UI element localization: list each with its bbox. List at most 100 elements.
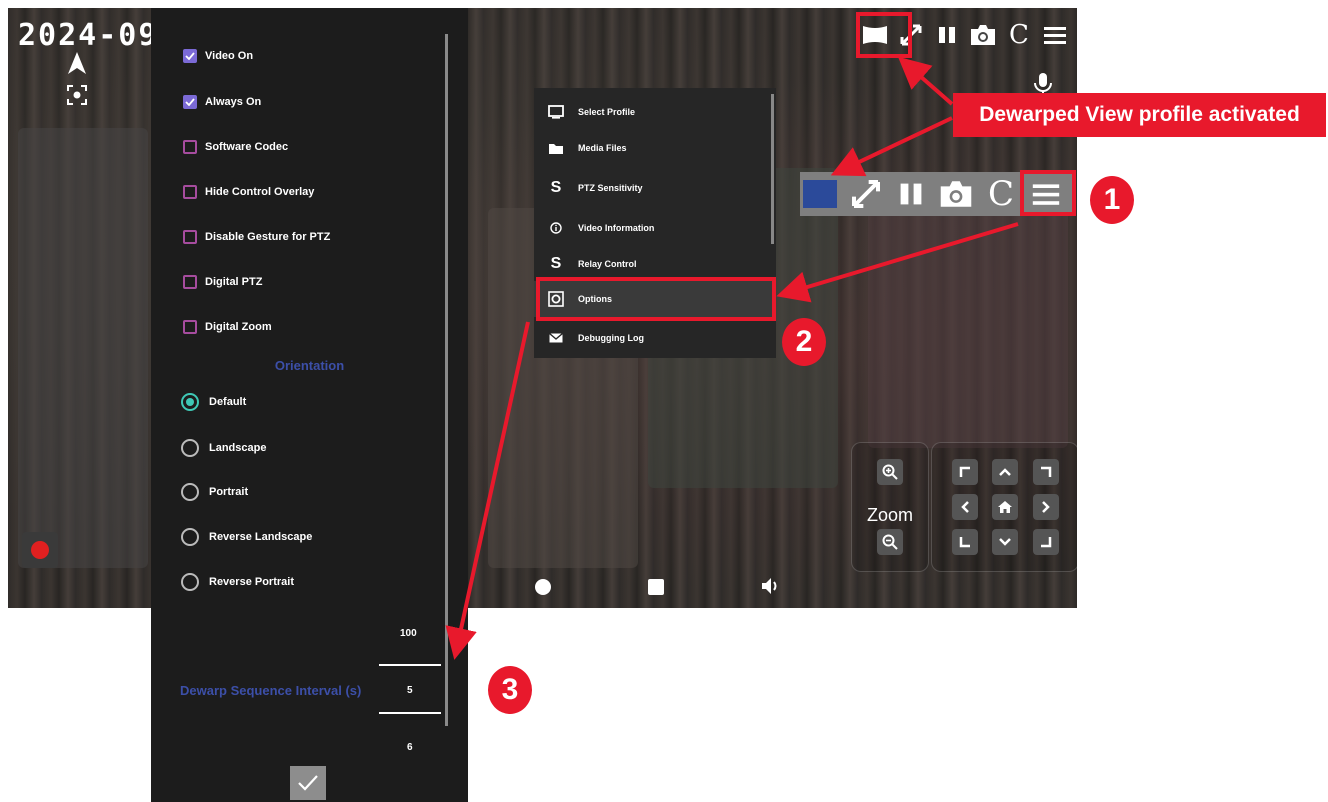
orientation-title: Orientation (274, 358, 345, 373)
s-icon: S (550, 255, 562, 272)
radio-label: Portrait (209, 486, 249, 498)
c-button[interactable]: C (1004, 20, 1034, 50)
pause-button[interactable] (932, 20, 962, 50)
checkbox-digital-ptz[interactable]: Digital PTZ (183, 272, 262, 292)
ptz-right-button[interactable] (1033, 494, 1059, 520)
checkbox-always-on[interactable]: Always On (183, 92, 261, 112)
checkbox-unchecked[interactable] (183, 230, 197, 244)
chevron-down-icon (999, 538, 1011, 546)
checkbox-disable-gesture-ptz[interactable]: Disable Gesture for PTZ (183, 227, 330, 247)
checkbox-hide-control-overlay[interactable]: Hide Control Overlay (183, 182, 314, 202)
ptz-up-right-button[interactable] (1033, 459, 1059, 485)
checkbox-unchecked[interactable] (183, 320, 197, 334)
info-icon (550, 222, 562, 234)
radio-unselected[interactable] (181, 439, 199, 457)
checkbox-label: Digital Zoom (205, 321, 272, 333)
interval-picker-next[interactable]: 6 (407, 742, 413, 753)
menu-item-debugging-log[interactable]: Debugging Log (534, 320, 772, 356)
checkbox-unchecked[interactable] (183, 140, 197, 154)
pause-icon (900, 183, 922, 205)
ptz-up-left-button[interactable] (952, 459, 978, 485)
menu-item-select-profile[interactable]: Select Profile (534, 94, 772, 130)
c-label: C (1009, 20, 1029, 50)
checkbox-label: Digital PTZ (205, 276, 263, 288)
c-button-large[interactable]: C (983, 174, 1019, 214)
chevron-up-icon (999, 468, 1011, 476)
ptz-home-button[interactable] (992, 494, 1018, 520)
record-button[interactable] (22, 532, 58, 568)
checkbox-label: Hide Control Overlay (205, 186, 315, 198)
ptz-down-right-button[interactable] (1033, 529, 1059, 555)
chevron-left-icon (961, 501, 969, 513)
checkbox-checked[interactable] (183, 49, 197, 63)
menu-item-label: Relay Control (578, 259, 637, 269)
checkbox-checked[interactable] (183, 95, 197, 109)
ptz-arrows-icon (852, 180, 880, 208)
checkbox-software-codec[interactable]: Software Codec (183, 137, 288, 157)
menu-item-ptz-sensitivity[interactable]: S PTZ Sensitivity (534, 170, 772, 206)
radio-portrait[interactable]: Portrait (181, 481, 248, 503)
camera-icon (971, 25, 995, 45)
menu-button[interactable] (1040, 20, 1070, 50)
radio-unselected[interactable] (181, 483, 199, 501)
options-panel: Video On Always On Software Codec Hide C… (151, 8, 468, 802)
corner-down-left-icon (959, 537, 970, 548)
checkbox-unchecked[interactable] (183, 185, 197, 199)
radio-label: Default (209, 396, 247, 408)
corner-up-left-icon (959, 466, 970, 477)
speaker-icon[interactable] (760, 576, 782, 596)
menu-item-video-information[interactable]: Video Information (534, 210, 772, 246)
radio-selected[interactable] (181, 393, 199, 411)
annotation-callout: Dewarped View profile activated (953, 93, 1326, 137)
envelope-icon (549, 333, 563, 343)
ptz-left-button[interactable] (952, 494, 978, 520)
navigation-arrow-icon[interactable] (64, 50, 90, 76)
radio-landscape[interactable]: Landscape (181, 437, 266, 459)
interval-picker-value[interactable]: 5 (407, 685, 413, 696)
picker-divider (379, 664, 441, 666)
record-circle-button[interactable] (534, 578, 552, 596)
radio-unselected[interactable] (181, 528, 199, 546)
snapshot-button[interactable] (968, 20, 998, 50)
stop-button[interactable] (647, 578, 665, 596)
checkbox-digital-zoom[interactable]: Digital Zoom (183, 317, 272, 337)
ptz-down-left-button[interactable] (952, 529, 978, 555)
dewarp-profile-button[interactable] (802, 176, 838, 212)
pause-button-large[interactable] (893, 176, 929, 212)
ptz-up-button[interactable] (992, 459, 1018, 485)
zoom-in-button[interactable] (877, 459, 903, 485)
ptz-toggle-button-large[interactable] (848, 176, 884, 212)
menu-item-label: PTZ Sensitivity (578, 183, 643, 193)
options-scrollbar[interactable] (445, 34, 448, 726)
radio-reverse-portrait[interactable]: Reverse Portrait (181, 571, 294, 593)
radio-default[interactable]: Default (181, 391, 246, 413)
annotation-step-2: 2 (782, 318, 826, 366)
camera-icon (940, 181, 972, 207)
checkbox-video-on[interactable]: Video On (183, 46, 253, 66)
ptz-down-button[interactable] (992, 529, 1018, 555)
checkbox-label: Software Codec (205, 141, 289, 153)
radio-label: Landscape (209, 442, 267, 454)
interval-picker-prev[interactable]: 100 (400, 628, 417, 639)
pause-icon (939, 27, 955, 43)
menu-item-label: Debugging Log (578, 333, 644, 343)
check-icon (298, 775, 318, 791)
zoom-panel: Zoom (851, 442, 929, 572)
menu-item-media-files[interactable]: Media Files (534, 130, 772, 166)
check-icon (185, 98, 195, 106)
corner-down-right-icon (1041, 537, 1052, 548)
menu-item-label: Media Files (578, 143, 627, 153)
confirm-button[interactable] (290, 766, 326, 800)
annotation-box-dewarp-icon (856, 12, 912, 58)
monitor-icon (548, 105, 564, 119)
dewarp-profile-icon (803, 180, 837, 208)
annotation-box-options (536, 277, 776, 321)
checkbox-unchecked[interactable] (183, 275, 197, 289)
focus-icon[interactable] (66, 84, 88, 106)
radio-unselected[interactable] (181, 573, 199, 591)
radio-reverse-landscape[interactable]: Reverse Landscape (181, 526, 312, 548)
snapshot-button-large[interactable] (938, 176, 974, 212)
annotation-box-menu (1020, 170, 1076, 216)
zoom-out-button[interactable] (877, 529, 903, 555)
checkbox-label: Always On (205, 96, 262, 108)
